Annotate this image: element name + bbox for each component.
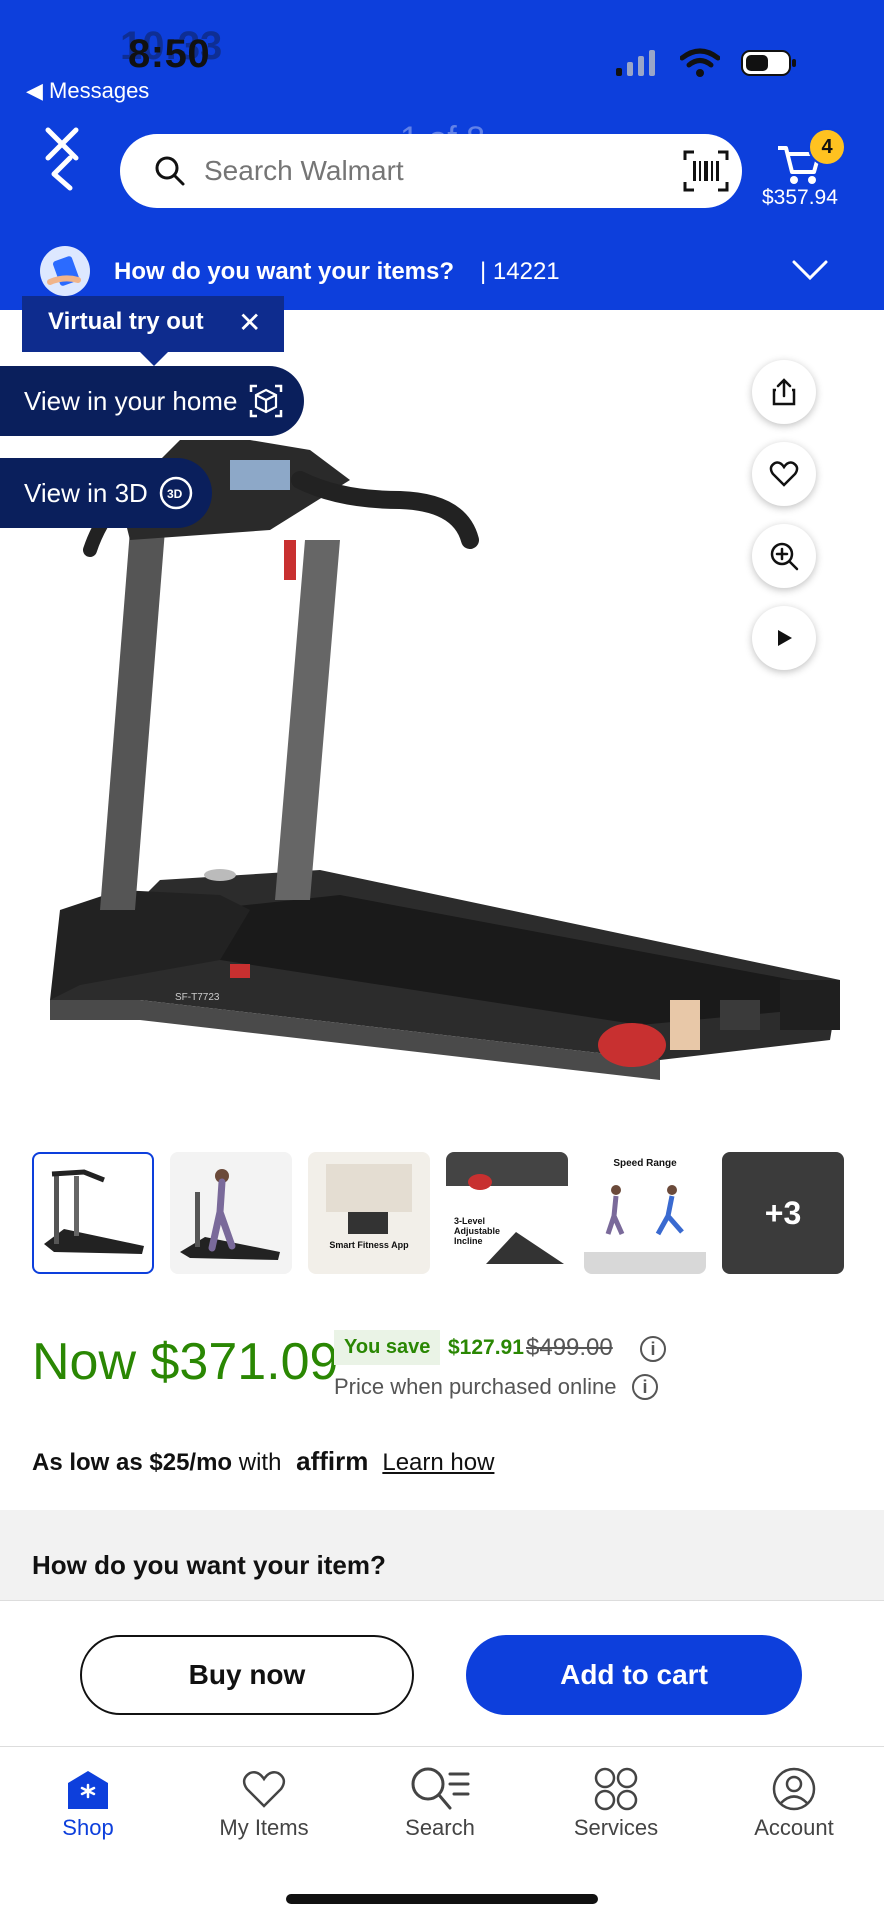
battery-icon bbox=[741, 50, 796, 76]
tab-shop[interactable]: Shop bbox=[18, 1763, 158, 1841]
shop-icon bbox=[68, 1771, 108, 1809]
cart-count-badge: 4 bbox=[808, 128, 846, 166]
info-icon[interactable]: i bbox=[640, 1336, 666, 1362]
close-button[interactable] bbox=[40, 122, 90, 192]
search-input[interactable] bbox=[202, 154, 636, 188]
thumbnail-2[interactable] bbox=[170, 1152, 292, 1274]
delivery-icon bbox=[40, 246, 90, 296]
view-in-3d-label: View in 3D bbox=[24, 477, 148, 508]
account-icon bbox=[772, 1767, 816, 1811]
tab-account[interactable]: Account bbox=[724, 1763, 864, 1841]
view-in-home-label: View in your home bbox=[24, 385, 238, 416]
delivery-question: How do you want your items? bbox=[114, 258, 455, 285]
close-icon[interactable]: ✕ bbox=[238, 306, 261, 339]
save-amount: $127.91 bbox=[448, 1336, 524, 1359]
tooltip-pointer bbox=[140, 352, 168, 366]
thumbnail-3[interactable]: Smart Fitness App bbox=[308, 1152, 430, 1274]
cart-button[interactable]: 4 $357.94 bbox=[760, 128, 870, 218]
add-to-cart-button[interactable]: Add to cart bbox=[466, 1635, 802, 1715]
learn-how-link[interactable]: Learn how bbox=[382, 1449, 494, 1476]
virtual-try-out-label: Virtual try out bbox=[48, 308, 204, 335]
back-to-messages[interactable]: ◀ Messages bbox=[26, 78, 149, 104]
financing-amount: As low as $25/mo bbox=[32, 1449, 233, 1476]
barcode-icon bbox=[683, 150, 729, 192]
home-indicator bbox=[286, 1894, 598, 1904]
svg-text:SF-T7723: SF-T7723 bbox=[175, 992, 220, 1003]
tab-services[interactable]: Services bbox=[546, 1763, 686, 1841]
thumbnail-strip: Smart Fitness App 3-Level Adjustable Inc… bbox=[32, 1152, 844, 1274]
tab-search-label: Search bbox=[405, 1815, 475, 1840]
favorite-button[interactable] bbox=[752, 442, 816, 506]
signal-icon bbox=[616, 50, 655, 76]
thumbnail-more[interactable]: +3 bbox=[722, 1152, 844, 1274]
tab-my-items[interactable]: My Items bbox=[194, 1763, 334, 1841]
thumbnail-4-caption: 3-Level Adjustable Incline bbox=[454, 1216, 501, 1246]
tab-my-items-label: My Items bbox=[219, 1815, 309, 1840]
fulfillment-section: How do you want your item? bbox=[0, 1510, 884, 1600]
share-icon bbox=[772, 378, 796, 406]
thumbnail-5[interactable]: Speed Range bbox=[584, 1152, 706, 1274]
thumbnail-3-caption: Smart Fitness App bbox=[329, 1240, 409, 1250]
view-in-home-button[interactable]: View in your home bbox=[0, 366, 304, 436]
barcode-scan-button[interactable] bbox=[682, 148, 730, 199]
thumbnail-5-caption: Speed Range bbox=[613, 1158, 677, 1169]
status-icons bbox=[614, 48, 798, 78]
delivery-zip: | 14221 bbox=[480, 258, 560, 285]
buy-now-button[interactable]: Buy now bbox=[80, 1635, 414, 1715]
heart-icon bbox=[769, 461, 799, 487]
purchase-action-bar: Buy now Add to cart bbox=[0, 1600, 884, 1747]
financing-line: As low as $25/mo with affirm Learn how bbox=[32, 1446, 494, 1477]
zoom-button[interactable] bbox=[752, 524, 816, 588]
play-video-button[interactable] bbox=[752, 606, 816, 670]
play-icon bbox=[778, 630, 792, 646]
info-icon[interactable]: i bbox=[632, 1374, 658, 1400]
current-price: Now $371.09 bbox=[32, 1333, 339, 1391]
svg-text:3D: 3D bbox=[167, 487, 183, 501]
thumbnail-4[interactable]: 3-Level Adjustable Incline bbox=[446, 1152, 568, 1274]
app-header: 10:33 8:50 ◀ Messages 1 of 8 bbox=[0, 0, 884, 310]
product-image-treadmill[interactable]: SF-T7723 bbox=[20, 440, 860, 1080]
tab-search[interactable]: Search bbox=[370, 1763, 510, 1841]
close-icon bbox=[45, 127, 79, 191]
share-button[interactable] bbox=[752, 360, 816, 424]
search-bar[interactable] bbox=[120, 134, 742, 208]
chevron-down-icon bbox=[792, 260, 828, 281]
thumbnail-1[interactable] bbox=[32, 1152, 154, 1274]
cart-total: $357.94 bbox=[762, 186, 838, 209]
status-time: 8:50 bbox=[128, 32, 211, 76]
affirm-logo: affirm bbox=[296, 1446, 369, 1476]
search-icon bbox=[155, 156, 185, 186]
wifi-icon bbox=[680, 48, 720, 77]
view-in-3d-button[interactable]: View in 3D 3D bbox=[0, 458, 212, 528]
fulfillment-title: How do you want your item? bbox=[32, 1550, 386, 1580]
you-save-badge: You save bbox=[334, 1330, 441, 1365]
tab-shop-label: Shop bbox=[62, 1815, 114, 1840]
tab-account-label: Account bbox=[754, 1815, 834, 1840]
ar-cube-icon bbox=[250, 384, 283, 418]
search-list-icon bbox=[411, 1767, 470, 1810]
heart-icon bbox=[242, 1771, 286, 1808]
services-icon bbox=[594, 1767, 638, 1811]
zoom-in-icon bbox=[770, 542, 799, 571]
tab-services-label: Services bbox=[573, 1815, 659, 1840]
online-price-note: Price when purchased online bbox=[334, 1374, 617, 1399]
financing-with: with bbox=[232, 1449, 289, 1476]
was-price: $499.00 bbox=[526, 1334, 613, 1361]
3d-rotate-icon: 3D bbox=[159, 476, 193, 510]
virtual-try-out-banner[interactable]: Virtual try out ✕ bbox=[22, 296, 284, 352]
